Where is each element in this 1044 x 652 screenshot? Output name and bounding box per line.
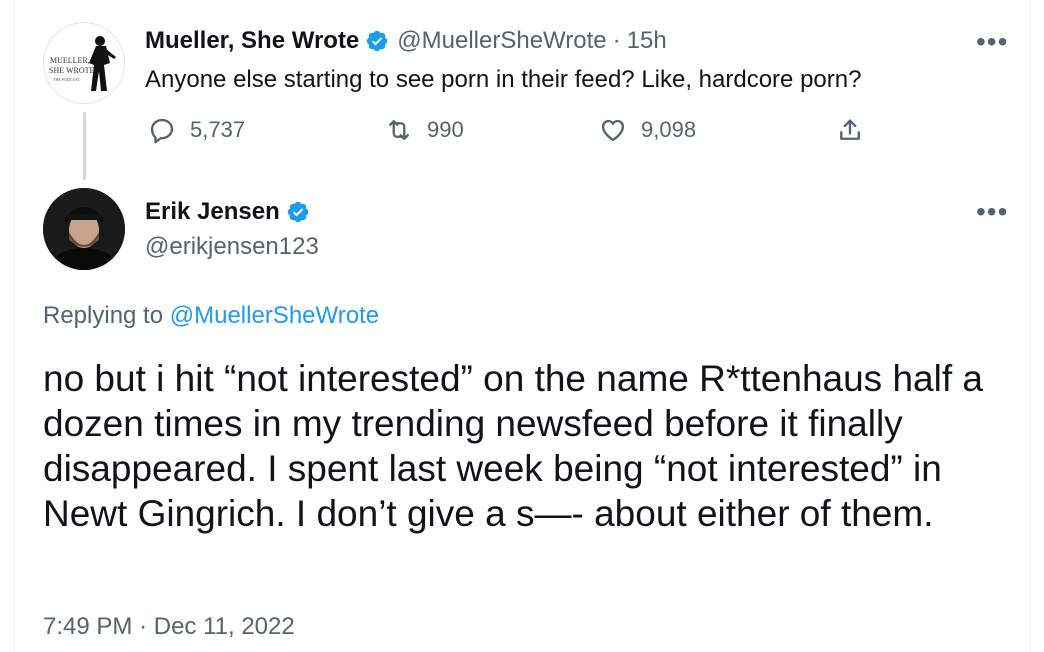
reply-timestamp[interactable]: 7:49 PM · Dec 11, 2022	[43, 612, 295, 642]
parent-tweet-header: Mueller, She Wrote @MuellerSheWrote · 15…	[145, 26, 667, 56]
replying-to-label: Replying to	[43, 302, 164, 329]
reply-display-name[interactable]: Erik Jensen	[145, 197, 280, 227]
heart-icon	[601, 119, 625, 142]
parent-timestamp[interactable]: 15h	[627, 26, 667, 56]
reply-icon	[150, 118, 174, 144]
reply-tweet-text: no but i hit “not interested” on the nam…	[43, 358, 983, 534]
like-count: 9,098	[641, 117, 697, 142]
reply-date: Dec 11, 2022	[153, 613, 295, 640]
retweet-button[interactable]: 990	[385, 116, 464, 144]
retweet-icon	[389, 120, 409, 140]
reply-count: 5,737	[190, 117, 246, 142]
verified-badge-icon	[287, 201, 308, 223]
avatar-logo-text-1: MUELLER,	[50, 56, 90, 65]
parent-tweet-actions: 5,737 990 9,098	[145, 116, 875, 150]
parent-tweet-text: Anyone else starting to see porn in thei…	[145, 66, 862, 93]
share-icon	[840, 119, 860, 140]
share-button[interactable]	[836, 116, 878, 144]
retweet-count: 990	[427, 117, 464, 142]
parent-handle[interactable]: @MuellerSheWrote	[397, 26, 606, 56]
reply-time: 7:49 PM	[43, 613, 133, 640]
separator-dot: ·	[139, 613, 148, 640]
avatar-mueller-she-wrote[interactable]: MUELLER, SHE WROTE THE PODCAST	[43, 22, 125, 104]
parent-display-name[interactable]: Mueller, She Wrote	[145, 26, 359, 56]
separator-dot: ·	[612, 27, 621, 54]
reply-handle[interactable]: @erikjensen123	[145, 232, 319, 262]
reply-button[interactable]: 5,737	[148, 116, 245, 144]
more-options-icon[interactable]: •••	[976, 28, 1008, 56]
verified-badge-icon	[367, 30, 388, 52]
avatar-logo-text-2: SHE WROTE	[49, 66, 95, 75]
replying-to-line: Replying to @MuellerSheWrote	[43, 301, 379, 331]
avatar-erik-jensen[interactable]	[43, 188, 125, 270]
replying-to-mention[interactable]: @MuellerSheWrote	[170, 302, 379, 329]
thread-connector-line	[83, 112, 86, 180]
more-options-icon[interactable]: •••	[976, 198, 1008, 226]
like-button[interactable]: 9,098	[599, 116, 696, 144]
avatar-logo-text-3: THE PODCAST	[53, 77, 81, 82]
reply-tweet-header: Erik Jensen	[145, 197, 318, 227]
